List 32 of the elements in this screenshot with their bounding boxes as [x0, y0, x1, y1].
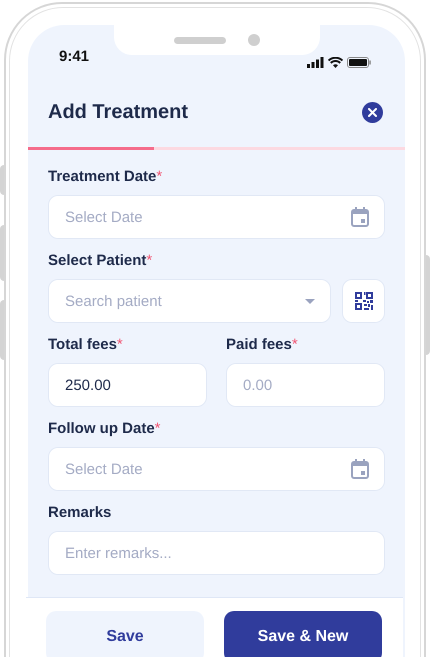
input-field[interactable]: Enter remarks... — [48, 531, 385, 575]
close-button[interactable] — [362, 102, 383, 122]
input-field[interactable]: Search patient — [48, 279, 331, 323]
status-time: 9:41 — [59, 46, 90, 66]
field-label: Total fees — [48, 334, 117, 355]
caret-icon — [305, 298, 315, 304]
signal-icon — [307, 57, 324, 68]
calendar-icon — [351, 459, 369, 479]
input-field[interactable]: Select Date — [48, 195, 385, 239]
save-and-new-button[interactable]: Save & New — [224, 611, 382, 657]
input-field[interactable]: 250.00 — [48, 363, 207, 407]
required-mark: * — [116, 334, 123, 355]
field-label: Paid fees — [226, 334, 292, 355]
field-label: Select Patient — [48, 250, 146, 271]
scan-button[interactable] — [342, 279, 385, 323]
required-mark: * — [154, 418, 161, 439]
wifi-icon — [328, 57, 343, 68]
close-icon — [368, 108, 377, 116]
qr-code-icon — [354, 292, 372, 310]
save-button[interactable]: Save — [46, 611, 204, 657]
input-field[interactable]: 0.00 — [226, 363, 385, 407]
speaker-grille — [174, 36, 226, 44]
required-mark: * — [146, 250, 152, 271]
input-field[interactable]: Select Date — [48, 447, 385, 491]
field-label: Treatment Date — [48, 166, 156, 187]
required-mark: * — [156, 166, 162, 187]
field-label: Remarks — [48, 502, 112, 523]
calendar-icon — [351, 207, 369, 227]
field-label: Follow up Date — [48, 418, 155, 439]
required-mark: * — [292, 334, 298, 355]
battery-icon — [347, 57, 371, 68]
screen-title: Add Treatment — [48, 100, 188, 125]
